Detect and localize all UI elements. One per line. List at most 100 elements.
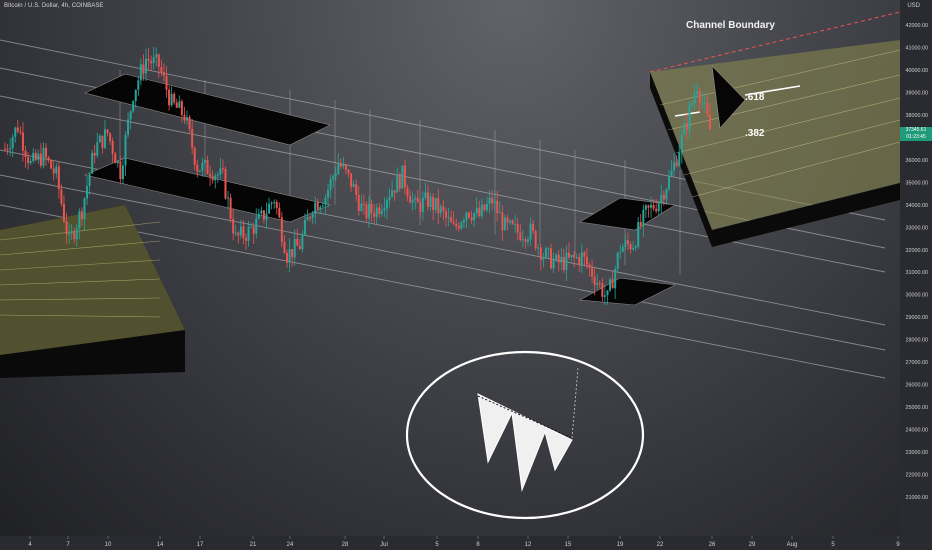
candle: [496, 200, 499, 214]
candle: [670, 170, 673, 176]
candle: [588, 264, 591, 268]
candle: [57, 166, 60, 190]
x-tick-label: 29: [749, 542, 756, 548]
candle: [501, 212, 504, 231]
candle: [480, 204, 483, 217]
y-tick-label: 36000.00: [906, 158, 928, 164]
candle: [314, 202, 317, 214]
candle: [632, 247, 635, 250]
candle: [552, 259, 555, 269]
candle: [247, 226, 250, 241]
y-tick-label: 27000.00: [906, 360, 928, 366]
candle: [357, 195, 360, 212]
candle: [37, 153, 40, 160]
candle: [242, 226, 245, 238]
candle: [555, 254, 558, 260]
candle: [160, 66, 163, 73]
candle: [596, 283, 599, 285]
candle: [142, 64, 145, 74]
candle: [470, 217, 473, 221]
candle: [424, 192, 427, 198]
candle: [634, 246, 637, 248]
candle: [350, 173, 353, 187]
candle: [121, 165, 124, 180]
candle: [327, 189, 330, 198]
candle: [283, 241, 286, 254]
candle: [444, 211, 447, 218]
candle: [219, 168, 222, 175]
candle: [452, 222, 455, 224]
candle: [301, 234, 304, 250]
candle: [137, 80, 140, 90]
candle: [483, 204, 486, 211]
candle: [396, 174, 399, 193]
candle: [11, 137, 14, 149]
candle: [416, 198, 419, 203]
candle: [462, 220, 465, 223]
candle: [593, 276, 596, 285]
candle: [578, 256, 581, 265]
y-tick-label: 21000.00: [906, 495, 928, 501]
candle: [573, 254, 576, 258]
candle: [165, 75, 168, 90]
candle: [516, 223, 519, 233]
candle: [455, 223, 458, 227]
candle: [206, 159, 209, 175]
candle: [491, 197, 494, 204]
left-fib-zone: [0, 205, 185, 355]
symbol-title: Bitcoin / U.S. Dollar, 4h, COINBASE: [4, 3, 104, 9]
candle: [673, 162, 676, 171]
y-tick-label: 38000.00: [906, 113, 928, 119]
candle: [24, 150, 27, 157]
candle: [468, 212, 471, 218]
w-target-line: [571, 367, 579, 439]
candle: [155, 54, 158, 58]
candle: [221, 168, 224, 170]
candle: [214, 175, 217, 181]
candle: [257, 213, 260, 219]
candle: [701, 102, 704, 104]
y-tick-label: 33000.00: [906, 225, 928, 231]
candle: [562, 257, 565, 271]
candle: [39, 153, 42, 166]
candle: [667, 175, 670, 190]
x-tick-label: 15: [565, 542, 572, 548]
candle: [124, 134, 127, 166]
candle: [403, 165, 406, 188]
y-tick-label: 39000.00: [906, 91, 928, 97]
candle: [703, 102, 706, 104]
candle: [252, 226, 255, 234]
candle: [539, 247, 542, 260]
candle: [465, 212, 468, 221]
candle: [506, 217, 509, 223]
candle: [365, 204, 368, 219]
w-pattern-shape: [477, 393, 573, 492]
candle: [698, 90, 701, 103]
candle: [414, 198, 417, 200]
candle: [332, 176, 335, 179]
candle: [639, 222, 642, 227]
candle: [150, 61, 153, 64]
candle: [614, 268, 617, 289]
candle: [537, 247, 540, 249]
candle: [324, 197, 327, 206]
candle: [509, 220, 512, 223]
candle: [86, 185, 89, 199]
candle: [152, 57, 155, 64]
candle: [309, 217, 312, 219]
candle: [644, 205, 647, 210]
candle: [606, 290, 609, 296]
candle: [75, 228, 78, 240]
candle: [568, 252, 570, 258]
candle: [311, 213, 314, 219]
candle: [32, 152, 35, 161]
x-tick-label: Jul: [380, 542, 388, 548]
candle: [485, 203, 488, 211]
candle: [339, 162, 342, 167]
candle: [34, 152, 37, 160]
channel-3d-block: [84, 73, 331, 146]
candle: [591, 267, 594, 277]
chart-area[interactable]: 21000.00 22000.00 23000.00 24000.00 25000.00…: [0, 0, 932, 550]
candle: [447, 217, 450, 219]
candle: [460, 222, 463, 229]
